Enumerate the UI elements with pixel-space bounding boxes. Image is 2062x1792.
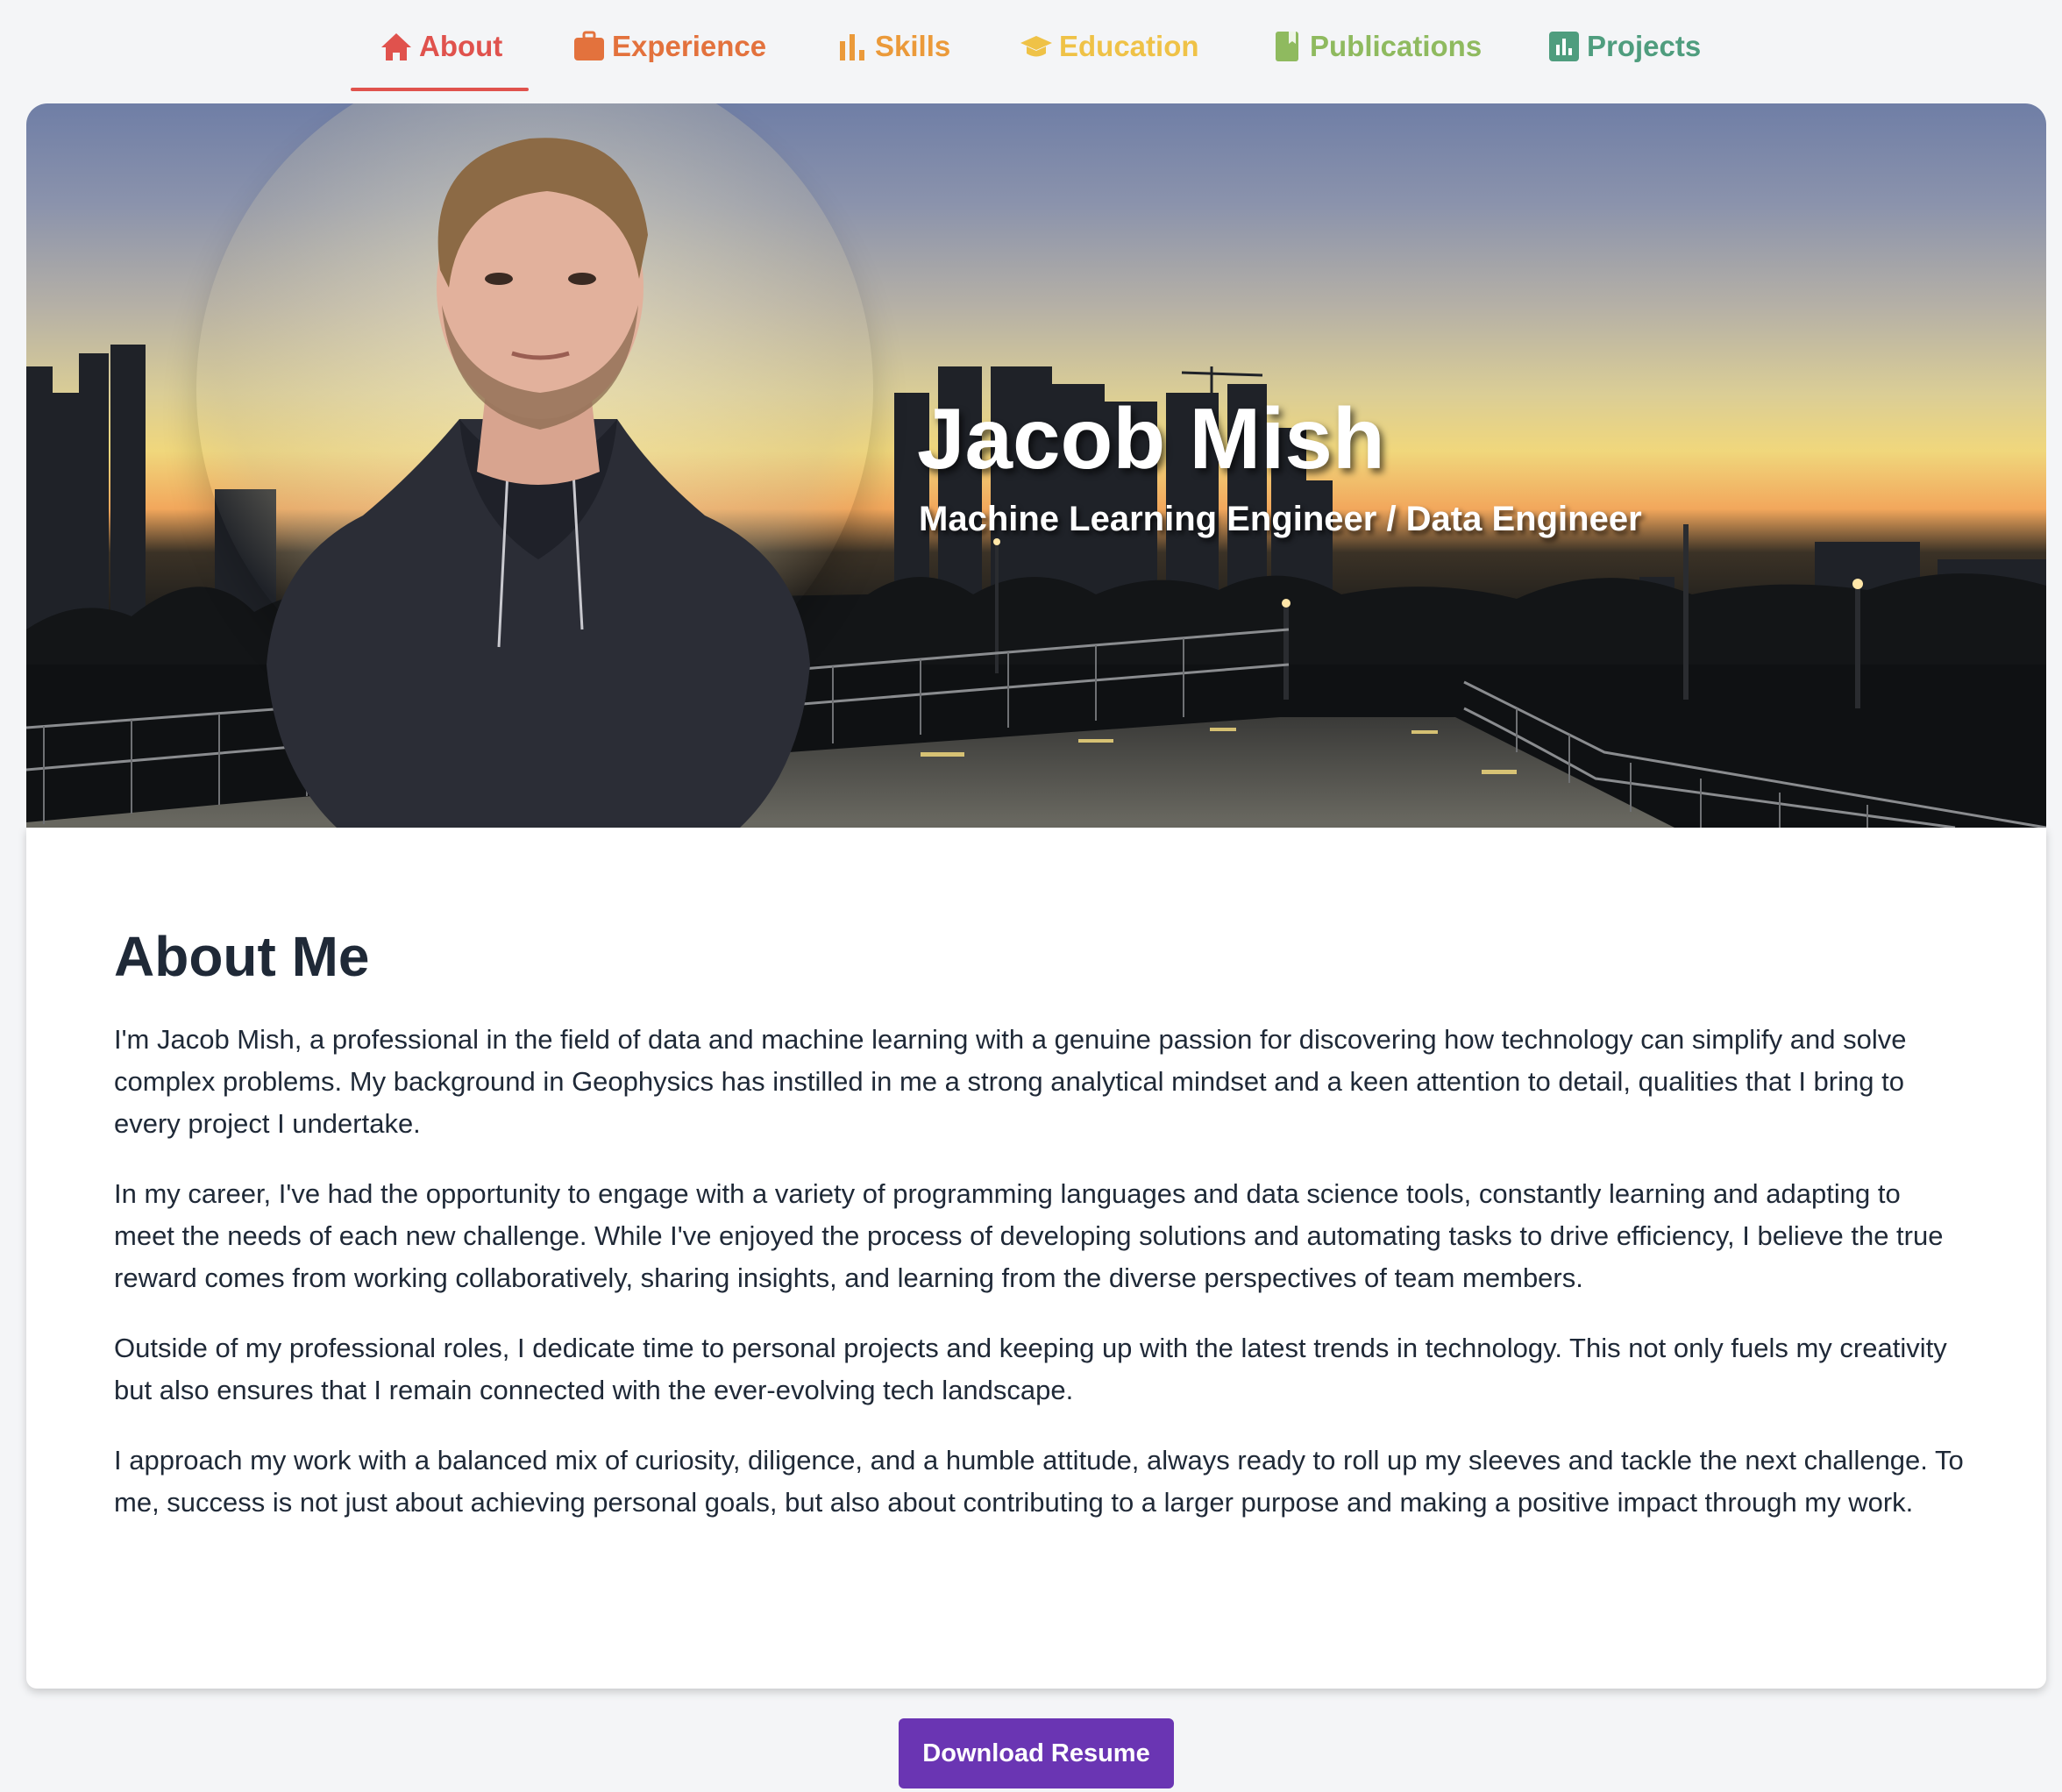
chart-square-icon (1549, 32, 1579, 61)
nav-item-skills[interactable]: Skills (835, 25, 950, 68)
nav-label-about: About (419, 30, 503, 62)
nav-item-about[interactable]: About (350, 25, 530, 91)
about-paragraph: Outside of my professional roles, I dedi… (114, 1333, 1947, 1406)
top-navigation: About Experience Skills Education Public… (0, 0, 2062, 96)
profile-portrait (267, 138, 810, 828)
nav-label-experience: Experience (612, 30, 767, 62)
nav-label-publications: Publications (1310, 30, 1483, 62)
about-paragraph: In my career, I've had the opportunity t… (114, 1178, 1944, 1294)
book-icon (1276, 32, 1298, 61)
bar-chart-icon (840, 34, 864, 60)
about-paragraph: I'm Jacob Mish, a professional in the fi… (114, 1024, 1907, 1140)
briefcase-icon (574, 31, 604, 60)
download-resume-button[interactable]: Download Resume (899, 1718, 1174, 1788)
nav-label-projects: Projects (1587, 30, 1702, 62)
hero-job-title: Machine Learning Engineer / Data Enginee… (919, 500, 1642, 538)
nav-item-publications[interactable]: Publications (1269, 25, 1482, 68)
nav-item-projects[interactable]: Projects (1546, 25, 1701, 68)
nav-label-education: Education (1059, 30, 1199, 62)
nav-item-education[interactable]: Education (1019, 25, 1199, 68)
graduation-cap-icon (1020, 36, 1052, 57)
hero-banner: Jacob Mish Machine Learning Engineer / D… (26, 103, 2046, 828)
about-heading: About Me (114, 925, 370, 988)
about-card: About Me I'm Jacob Mish, a professional … (26, 828, 2046, 1689)
profile-photo (196, 103, 873, 828)
hero-name: Jacob Mish (917, 390, 1385, 487)
nav-label-skills: Skills (875, 30, 951, 62)
nav-item-experience[interactable]: Experience (572, 25, 766, 68)
about-paragraph: I approach my work with a balanced mix o… (114, 1445, 1964, 1518)
home-icon (381, 33, 411, 60)
